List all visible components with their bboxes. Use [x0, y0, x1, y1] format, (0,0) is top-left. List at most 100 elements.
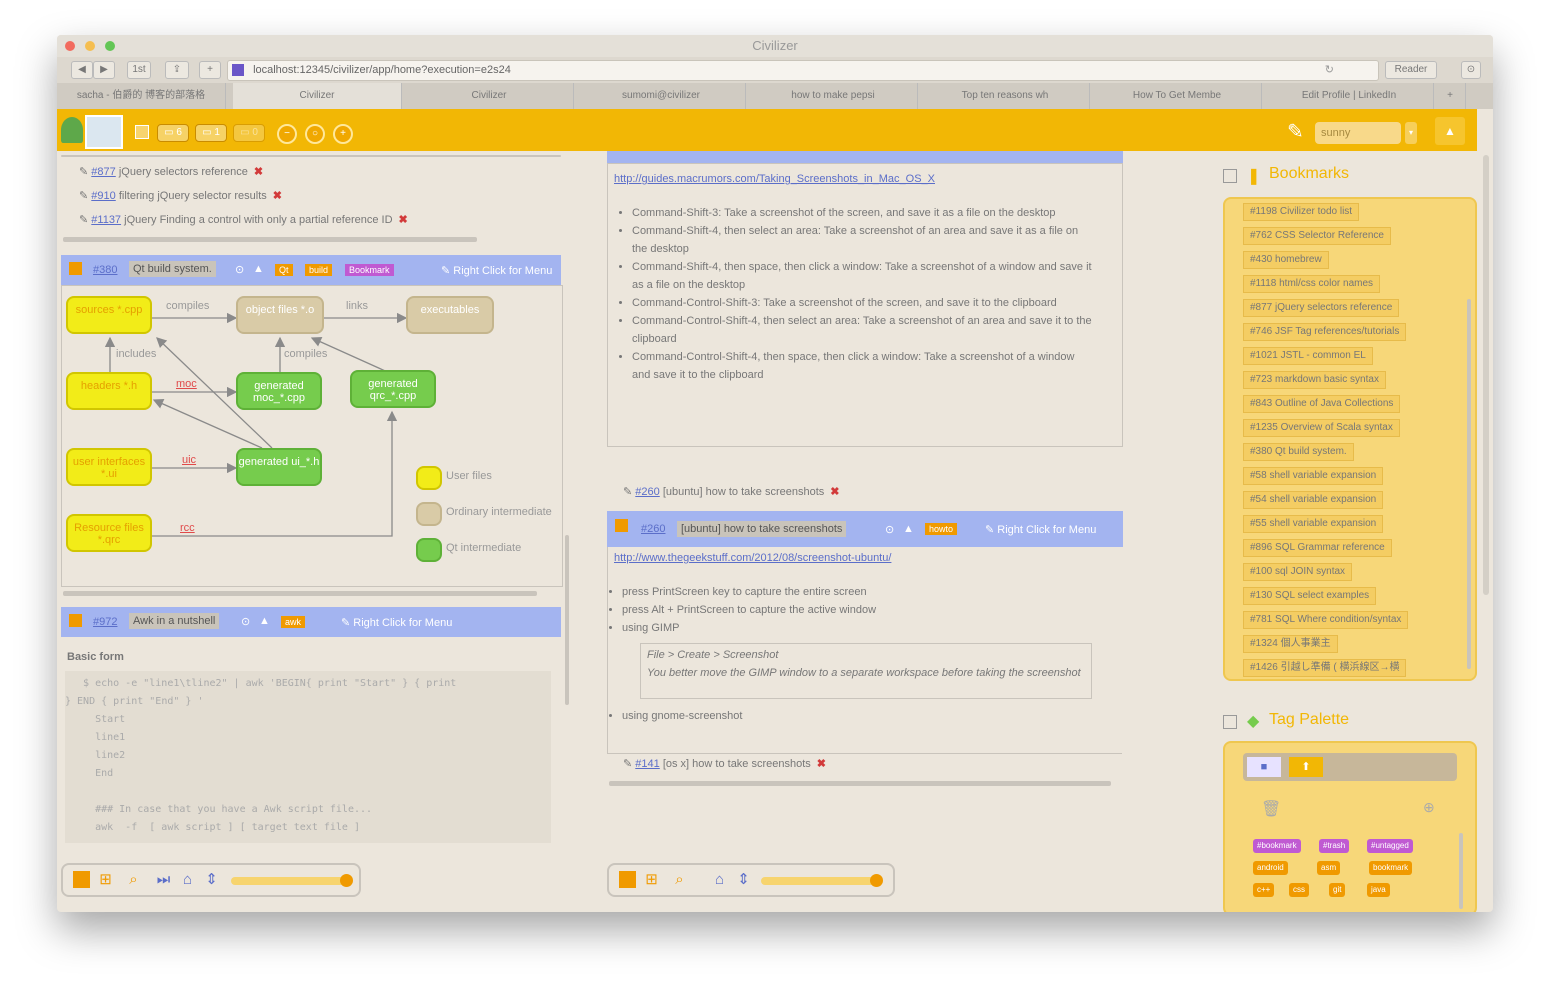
context-menu-hint[interactable]: ✎ Right Click for Menu: [341, 616, 452, 629]
zoom-window-button[interactable]: [105, 41, 115, 51]
bookmark-item[interactable]: #843 Outline of Java Collections: [1243, 395, 1401, 413]
tag-qt[interactable]: Qt: [275, 264, 293, 276]
lock-icon[interactable]: ▲: [903, 523, 914, 535]
new-fragment-icon[interactable]: ⊞: [97, 871, 114, 888]
bookmark-item[interactable]: #100 sql JOIN syntax: [1243, 563, 1353, 581]
forward-button[interactable]: ▶: [93, 61, 115, 79]
back-button[interactable]: ◀: [71, 61, 93, 79]
new-fragment-icon[interactable]: ⊞: [643, 871, 660, 888]
remove-link-icon[interactable]: ✖: [817, 758, 826, 770]
slider-knob[interactable]: [870, 874, 883, 887]
bookmark-item[interactable]: #58 shell variable expansion: [1243, 467, 1384, 485]
reload-icon[interactable]: ↻: [1325, 61, 1334, 80]
fragment-header-972[interactable]: #972 Awk in a nutshell ⊙ ▲ awk ✎ Right C…: [61, 607, 561, 637]
bookmark-item[interactable]: #130 SQL select examples: [1243, 587, 1377, 605]
tag-trash[interactable]: #trash: [1319, 839, 1350, 853]
slider-knob[interactable]: [340, 874, 353, 887]
panel-toggle-icon[interactable]: [135, 125, 149, 139]
tag-awk[interactable]: awk: [281, 616, 306, 628]
collapse-bookmarks-icon[interactable]: [1223, 169, 1237, 183]
related-link-141[interactable]: ✎ #141 [os x] how to take screenshots ✖: [623, 757, 826, 770]
bookmark-item[interactable]: #55 shell variable expansion: [1243, 515, 1384, 533]
tag-bookmark-2[interactable]: bookmark: [1369, 861, 1413, 875]
tag-css[interactable]: css: [1289, 883, 1309, 897]
remove-link-icon[interactable]: ✖: [273, 190, 282, 202]
home-icon[interactable]: ⌂: [179, 871, 196, 888]
tag-asm[interactable]: asm: [1317, 861, 1341, 875]
select-all-icon[interactable]: [73, 871, 90, 888]
info-icon[interactable]: ⊙: [241, 615, 250, 628]
select-all-icon[interactable]: [619, 871, 636, 888]
tag-cpp[interactable]: c++: [1253, 883, 1275, 897]
downloads-icon[interactable]: ⊙: [1461, 61, 1481, 79]
bookmark-item[interactable]: #380 Qt build system.: [1243, 443, 1354, 461]
search-input[interactable]: sunny: [1315, 122, 1401, 144]
minimize-window-button[interactable]: [85, 41, 95, 51]
tab-tree-view[interactable]: ⬆: [1289, 757, 1323, 777]
tag-build[interactable]: build: [305, 264, 333, 276]
vertical-scrollbar[interactable]: [565, 535, 569, 705]
trash-icon[interactable]: 🗑: [1261, 799, 1281, 819]
lock-icon[interactable]: ▲: [259, 615, 270, 627]
related-link-877[interactable]: ✎ #877 jQuery selectors reference ✖: [79, 165, 263, 178]
zoom-out-icon[interactable]: −: [277, 124, 297, 144]
fragment-id-link[interactable]: #972: [93, 616, 117, 628]
tag-android[interactable]: android: [1253, 861, 1288, 875]
history-button[interactable]: 1st: [127, 61, 151, 79]
address-bar[interactable]: localhost:12345/civilizer/app/home?execu…: [227, 60, 1379, 81]
bookmark-item[interactable]: #877 jQuery selectors reference: [1243, 299, 1400, 317]
context-menu-hint[interactable]: ✎ Right Click for Menu: [441, 264, 552, 277]
fragment-count-button[interactable]: ▭ 6: [157, 124, 189, 142]
info-icon[interactable]: ⊙: [885, 523, 894, 536]
tab-3[interactable]: Civilizer: [405, 83, 574, 109]
zoom-slider[interactable]: [761, 874, 883, 887]
bookmark-item[interactable]: #723 markdown basic syntax: [1243, 371, 1386, 389]
horizontal-scrollbar[interactable]: [63, 591, 537, 596]
zoom-in-icon[interactable]: +: [333, 124, 353, 144]
bookmark-item[interactable]: #781 SQL Where condition/syntax: [1243, 611, 1409, 629]
tag-bookmark[interactable]: #bookmark: [1253, 839, 1301, 853]
fragment-select-checkbox[interactable]: [69, 262, 82, 275]
ubuntu-link[interactable]: http://www.thegeekstuff.com/2012/08/scre…: [614, 549, 891, 567]
new-tab-icon[interactable]: +: [1435, 83, 1466, 109]
bookmark-item[interactable]: #430 homebrew: [1243, 251, 1329, 269]
fragment-select-checkbox[interactable]: [615, 519, 628, 532]
tag-bookmark[interactable]: Bookmark: [345, 264, 394, 276]
brush-icon[interactable]: ✎: [1287, 119, 1304, 144]
remove-link-icon[interactable]: ✖: [399, 214, 408, 226]
lock-icon[interactable]: ▲: [253, 263, 264, 275]
last-page-icon[interactable]: ⏭: [155, 871, 172, 888]
share-icon[interactable]: ⇪: [165, 61, 189, 79]
sort-icon[interactable]: ⇕: [203, 871, 220, 888]
bookmark-item[interactable]: #1426 引越し準備 ( 横浜線区→横: [1243, 659, 1407, 677]
bookmark-item[interactable]: #896 SQL Grammar reference: [1243, 539, 1392, 557]
fragment-header-260[interactable]: #260 [ubuntu] how to take screenshots ⊙ …: [607, 511, 1123, 547]
fragment-header-380[interactable]: #380 Qt build system. ⊙ ▲ Qt build Bookm…: [61, 255, 561, 285]
bookmark-item[interactable]: #1324 個人事業主: [1243, 635, 1338, 653]
fragment-id-link[interactable]: #260: [641, 523, 665, 535]
tag-howto[interactable]: howto: [925, 523, 958, 535]
bookmark-item[interactable]: #1198 Civilizer todo list: [1243, 203, 1360, 221]
bookmark-item[interactable]: #746 JSF Tag references/tutorials: [1243, 323, 1407, 341]
fragment-header-partial[interactable]: [607, 151, 1123, 163]
collapse-tag-palette-icon[interactable]: [1223, 715, 1237, 729]
tab-2[interactable]: Civilizer: [233, 83, 402, 109]
mac-link[interactable]: http://guides.macrumors.com/Taking_Scree…: [614, 170, 935, 188]
related-link-260[interactable]: ✎ #260 [ubuntu] how to take screenshots ✖: [623, 485, 839, 498]
trash-count-button[interactable]: ▭ 0: [233, 124, 265, 142]
related-link-1137[interactable]: ✎ #1137 jQuery Finding a control with on…: [79, 213, 408, 226]
zoom-reset-icon[interactable]: ○: [305, 124, 325, 144]
page-scrollbar[interactable]: [1483, 155, 1489, 595]
tab-8[interactable]: Edit Profile | LinkedIn: [1265, 83, 1434, 109]
bookmark-item[interactable]: #54 shell variable expansion: [1243, 491, 1384, 509]
user-menu-icon[interactable]: ▲: [1435, 117, 1465, 145]
bookmark-item[interactable]: #762 CSS Selector Reference: [1243, 227, 1391, 245]
tab-5[interactable]: how to make pepsi: [749, 83, 918, 109]
related-link-910[interactable]: ✎ #910 filtering jQuery selector results…: [79, 189, 282, 202]
tag-untagged[interactable]: #untagged: [1367, 839, 1413, 853]
tab-1[interactable]: sacha - 伯爵的 博客的部落格: [57, 83, 226, 109]
tab-6[interactable]: Top ten reasons wh: [921, 83, 1090, 109]
zoom-slider[interactable]: [231, 874, 353, 887]
vertical-scrollbar[interactable]: [1459, 833, 1463, 909]
tag-java[interactable]: java: [1367, 883, 1390, 897]
